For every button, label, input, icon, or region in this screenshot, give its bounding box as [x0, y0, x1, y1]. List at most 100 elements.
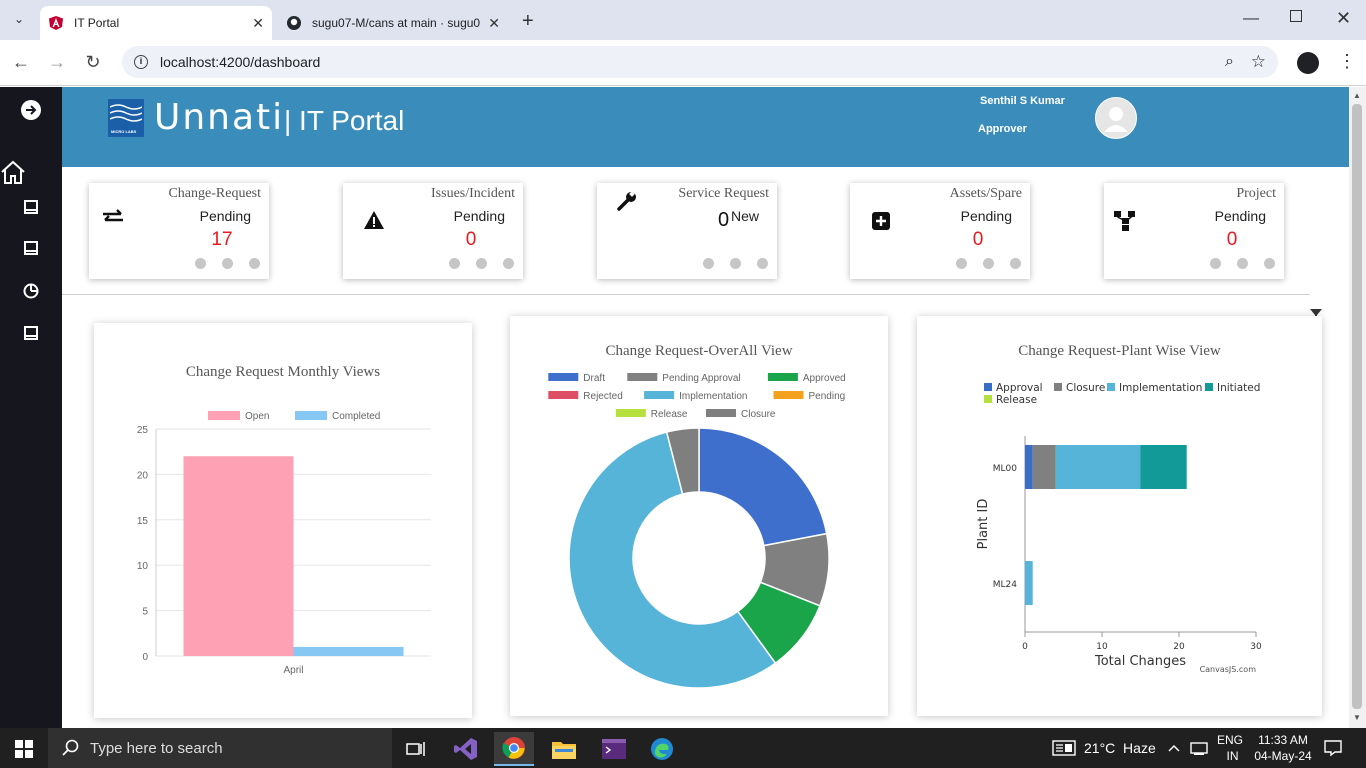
- menu-icon[interactable]: ⋮: [1338, 51, 1356, 72]
- sidebar-item-icon[interactable]: [20, 237, 42, 259]
- tab-it-portal[interactable]: IT Portal ✕: [40, 6, 272, 40]
- section-divider: [62, 294, 1310, 295]
- url-bar[interactable]: i localhost:4200/dashboard ⌕ ☆: [122, 46, 1278, 78]
- swap-icon: [101, 205, 125, 229]
- close-icon[interactable]: ✕: [252, 15, 264, 32]
- chart-panel-overall: Change Request-OverAll View Draft Pending…: [510, 316, 888, 716]
- close-icon[interactable]: ✕: [488, 15, 500, 32]
- window-close-icon[interactable]: ✕: [1336, 8, 1351, 29]
- card-service-request[interactable]: Service Request 0 New: [597, 183, 777, 279]
- y-tick-label: 20: [137, 470, 149, 481]
- date-text: 04-May-24: [1254, 749, 1312, 763]
- home-icon[interactable]: [0, 159, 26, 185]
- tab-title: IT Portal: [74, 16, 120, 30]
- card-status: Pending: [960, 208, 1012, 224]
- network-icon[interactable]: [1190, 728, 1208, 768]
- x-tick-label: 30: [1250, 642, 1262, 652]
- language-indicator[interactable]: ENG IN: [1217, 728, 1243, 768]
- chart-credit: CanvasJS.com: [1200, 665, 1257, 674]
- avatar[interactable]: [1095, 97, 1137, 139]
- sidebar: [0, 87, 62, 728]
- bar-implementation: [1055, 445, 1141, 489]
- legend-label: Draft: [583, 373, 605, 384]
- restore-icon[interactable]: [1290, 10, 1302, 22]
- card-change-request[interactable]: Change-Request Pending 17: [89, 183, 269, 279]
- legend-swatch: [627, 373, 658, 381]
- y-tick-label: 10: [137, 561, 149, 572]
- card-count: 0: [1226, 229, 1238, 250]
- legend-swatch: [644, 391, 675, 399]
- card-count: 17: [211, 229, 233, 250]
- legend-swatch: [548, 373, 579, 381]
- user-role: Approver: [978, 123, 1027, 135]
- task-view-icon[interactable]: [396, 732, 436, 766]
- legend-swatch: [548, 391, 579, 399]
- visual-studio-icon[interactable]: [446, 732, 486, 766]
- y-tick-label: 0: [142, 652, 148, 663]
- monthly-bar-chart[interactable]: Open Completed 0 5 10 15 20 25 April: [94, 323, 472, 718]
- card-title: Change-Request: [168, 186, 261, 201]
- tab-search-icon[interactable]: ⌄: [10, 12, 28, 28]
- back-icon[interactable]: ←: [10, 52, 32, 73]
- card-status: Pending: [453, 208, 505, 224]
- card-issues-incident[interactable]: Issues/Incident Pending 0: [343, 183, 523, 279]
- scroll-down-icon[interactable]: ▼: [1353, 713, 1361, 722]
- legend-label: Approval: [996, 382, 1043, 394]
- pie-chart-icon[interactable]: [20, 280, 42, 302]
- legend-label: Pending Approval: [662, 373, 740, 384]
- legend-label: Initiated: [1217, 382, 1260, 394]
- scroll-up-icon[interactable]: ▲: [1353, 91, 1361, 100]
- legend-swatch: [773, 391, 804, 399]
- weather-text: 21°C Haze: [1084, 740, 1156, 756]
- taskbar-search[interactable]: Type here to search: [48, 728, 392, 768]
- search-icon: [62, 739, 79, 756]
- x-tick-label: 10: [1096, 642, 1108, 652]
- card-dots: [1210, 258, 1275, 269]
- card-project[interactable]: Project Pending 0: [1104, 183, 1284, 279]
- brand-name: Unnati: [154, 97, 285, 138]
- windows-start-icon[interactable]: [4, 732, 44, 766]
- minimize-icon[interactable]: —: [1243, 10, 1259, 28]
- card-dots: [703, 258, 768, 269]
- profile-icon[interactable]: [1297, 52, 1319, 74]
- card-assets-spare[interactable]: Assets/Spare Pending 0: [850, 183, 1030, 279]
- page-title: | IT Portal: [284, 105, 405, 136]
- forward-icon[interactable]: →: [46, 52, 68, 73]
- tab-github[interactable]: sugu07-M/cans at main · sugu0 ✕: [278, 6, 508, 40]
- clock[interactable]: 11:33 AM 04-May-24: [1254, 728, 1312, 768]
- overall-donut-chart[interactable]: Draft Pending Approval Approved Rejected Imp…: [510, 316, 888, 716]
- file-explorer-icon[interactable]: [544, 732, 584, 766]
- vertical-scrollbar[interactable]: ▲ ▼: [1349, 87, 1366, 728]
- sitemap-icon: [1114, 211, 1138, 235]
- info-icon[interactable]: i: [134, 55, 148, 69]
- chrome-icon[interactable]: [494, 732, 534, 766]
- expand-sidebar-icon[interactable]: [20, 99, 42, 121]
- sidebar-item-icon[interactable]: [20, 196, 42, 218]
- plant-stacked-bar-chart[interactable]: Approval Closure Implementation Initiated Re…: [917, 316, 1322, 716]
- x-tick-label: April: [283, 665, 303, 676]
- legend-swatch: [706, 409, 736, 417]
- y-tick-label: ML24: [993, 580, 1018, 590]
- slice-draft: [698, 427, 828, 547]
- y-tick-label: 5: [142, 607, 148, 618]
- reload-icon[interactable]: ↻: [82, 52, 104, 73]
- new-tab-icon[interactable]: +: [522, 10, 534, 33]
- edge-icon[interactable]: [642, 732, 682, 766]
- sidebar-item-icon[interactable]: [20, 322, 42, 344]
- bar-approval: [1025, 445, 1033, 489]
- terminal-icon[interactable]: [594, 732, 634, 766]
- star-icon[interactable]: ☆: [1251, 52, 1266, 72]
- micro-labs-logo: MICRO LABS: [108, 99, 144, 137]
- legend-label: Open: [245, 411, 269, 422]
- notification-icon[interactable]: [1324, 728, 1342, 768]
- legend-label: Closure: [1066, 382, 1105, 394]
- weather-widget[interactable]: 21°C Haze: [1052, 728, 1156, 768]
- scrollbar-thumb[interactable]: [1352, 104, 1362, 709]
- lang-bottom: IN: [1226, 749, 1239, 763]
- x-tick-label: 0: [1022, 642, 1028, 652]
- legend-label: Rejected: [583, 391, 622, 402]
- tray-chevron-icon[interactable]: [1168, 728, 1180, 768]
- zoom-icon[interactable]: ⌕: [1225, 53, 1234, 71]
- legend-swatch: [1107, 383, 1115, 391]
- card-title: Service Request: [678, 186, 769, 201]
